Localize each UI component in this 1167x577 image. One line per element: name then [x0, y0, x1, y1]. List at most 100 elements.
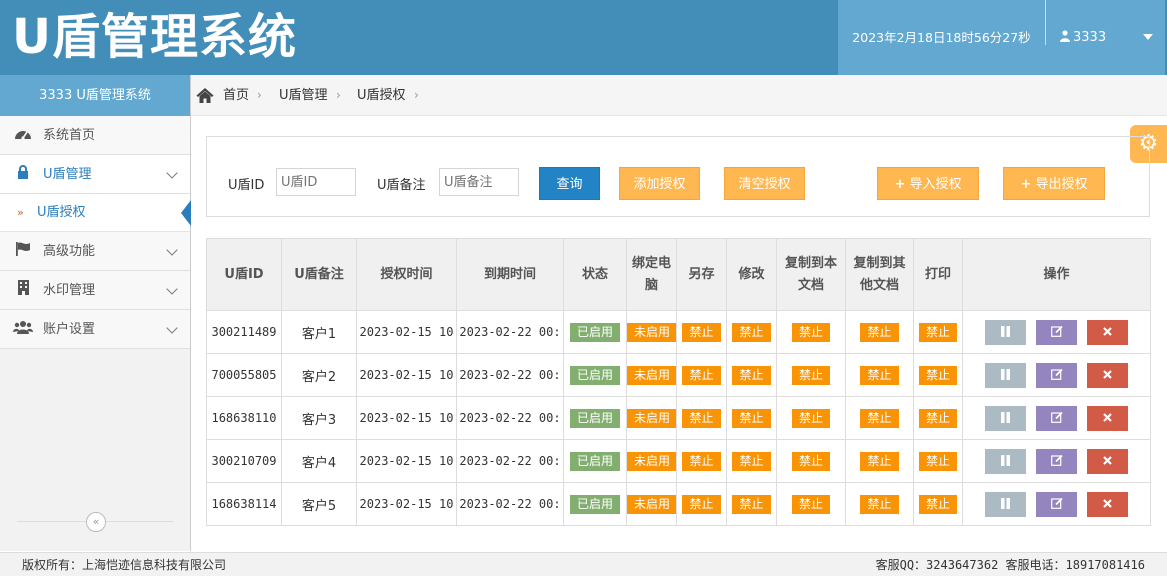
- export-authorization-button[interactable]: + 导出授权: [1003, 167, 1105, 200]
- print-badge[interactable]: 禁止: [918, 365, 957, 385]
- bind-pc-badge[interactable]: 未启用: [627, 322, 676, 342]
- breadcrumb-home[interactable]: 首页: [223, 75, 249, 116]
- copy-this-badge[interactable]: 禁止: [791, 365, 830, 385]
- modify-badge[interactable]: 禁止: [732, 322, 771, 342]
- sidebar-item-account-settings[interactable]: 账户设置: [0, 310, 190, 349]
- pause-icon: [1001, 497, 1010, 509]
- copy-other-badge[interactable]: 禁止: [860, 494, 899, 514]
- edit-button[interactable]: [1036, 448, 1077, 474]
- cell-modify: 禁止: [726, 353, 777, 397]
- double-chevron-left-icon[interactable]: «: [86, 512, 106, 532]
- cell-copy-this: 禁止: [776, 353, 846, 397]
- modify-badge[interactable]: 禁止: [732, 365, 771, 385]
- modify-badge[interactable]: 禁止: [732, 408, 771, 428]
- copy-other-badge[interactable]: 禁止: [860, 451, 899, 471]
- home-icon[interactable]: [196, 74, 214, 115]
- edit-icon: [1050, 497, 1063, 509]
- pause-button[interactable]: [985, 319, 1026, 345]
- col-header-auth-time: 授权时间: [356, 238, 457, 311]
- cell-copy-other: 禁止: [845, 482, 914, 526]
- sidebar-item-udun-management[interactable]: U盾管理: [0, 155, 190, 194]
- edit-button[interactable]: [1036, 362, 1077, 388]
- udun-note-input[interactable]: [439, 168, 519, 196]
- breadcrumb: 首页 › U盾管理 › U盾授权 ›: [191, 75, 1167, 116]
- sidebar-item-advanced[interactable]: 高级功能: [0, 232, 190, 271]
- cell-bind-pc: 未启用: [626, 482, 677, 526]
- sidebar-item-dashboard[interactable]: 系统首页: [0, 116, 190, 155]
- copy-other-badge[interactable]: 禁止: [860, 322, 899, 342]
- save-as-badge[interactable]: 禁止: [682, 494, 721, 514]
- import-authorization-button[interactable]: + 导入授权: [877, 167, 979, 200]
- pause-button[interactable]: [985, 491, 1026, 517]
- copy-this-badge[interactable]: 禁止: [791, 408, 830, 428]
- cell-bind-pc: 未启用: [626, 310, 677, 354]
- bind-pc-badge[interactable]: 未启用: [627, 494, 676, 514]
- col-header-note: U盾备注: [281, 238, 357, 311]
- col-header-modify: 修改: [726, 238, 777, 311]
- save-as-badge[interactable]: 禁止: [682, 322, 721, 342]
- bind-pc-badge[interactable]: 未启用: [627, 408, 676, 428]
- breadcrumb-separator: ›: [414, 88, 419, 102]
- status-badge[interactable]: 已启用: [569, 322, 620, 342]
- save-as-badge[interactable]: 禁止: [682, 408, 721, 428]
- query-button[interactable]: 查询: [539, 167, 600, 200]
- status-badge[interactable]: 已启用: [569, 365, 620, 385]
- pause-button[interactable]: [985, 362, 1026, 388]
- print-badge[interactable]: 禁止: [918, 451, 957, 471]
- pause-icon: [1001, 325, 1010, 337]
- cell-save-as: 禁止: [676, 439, 727, 483]
- cell-expire-time: 2023-02-22 00:: [456, 482, 564, 526]
- status-badge[interactable]: 已启用: [569, 494, 620, 514]
- user-menu[interactable]: 3333: [1046, 0, 1165, 75]
- status-badge[interactable]: 已启用: [569, 451, 620, 471]
- cell-status: 已启用: [563, 439, 627, 483]
- chevron-down-icon: [166, 167, 178, 179]
- cell-save-as: 禁止: [676, 310, 727, 354]
- app-logo: U盾管理系统: [12, 9, 297, 65]
- import-label: 导入授权: [909, 177, 962, 192]
- delete-button[interactable]: [1087, 362, 1128, 388]
- delete-button[interactable]: [1087, 491, 1128, 517]
- sidebar-item-udun-authorization[interactable]: » U盾授权: [0, 194, 191, 232]
- cell-modify: 禁止: [726, 396, 777, 440]
- bind-pc-badge[interactable]: 未启用: [627, 451, 676, 471]
- pause-button[interactable]: [985, 448, 1026, 474]
- active-indicator: [181, 200, 191, 226]
- cell-modify: 禁止: [726, 310, 777, 354]
- dashboard-icon: [12, 116, 34, 155]
- edit-button[interactable]: [1036, 319, 1077, 345]
- modify-badge[interactable]: 禁止: [732, 451, 771, 471]
- save-as-badge[interactable]: 禁止: [682, 451, 721, 471]
- print-badge[interactable]: 禁止: [918, 322, 957, 342]
- copy-this-badge[interactable]: 禁止: [791, 451, 830, 471]
- breadcrumb-udun-management[interactable]: U盾管理: [279, 75, 328, 116]
- copy-this-badge[interactable]: 禁止: [791, 494, 830, 514]
- cell-copy-this: 禁止: [776, 439, 846, 483]
- print-badge[interactable]: 禁止: [918, 494, 957, 514]
- cell-save-as: 禁止: [676, 353, 727, 397]
- delete-button[interactable]: [1087, 448, 1128, 474]
- edit-button[interactable]: [1036, 405, 1077, 431]
- copy-this-badge[interactable]: 禁止: [791, 322, 830, 342]
- pause-button[interactable]: [985, 405, 1026, 431]
- delete-button[interactable]: [1087, 405, 1128, 431]
- copy-other-badge[interactable]: 禁止: [860, 408, 899, 428]
- edit-button[interactable]: [1036, 491, 1077, 517]
- udun-id-input[interactable]: [276, 168, 356, 196]
- copy-other-badge[interactable]: 禁止: [860, 365, 899, 385]
- bind-pc-badge[interactable]: 未启用: [627, 365, 676, 385]
- status-badge[interactable]: 已启用: [569, 408, 620, 428]
- save-as-badge[interactable]: 禁止: [682, 365, 721, 385]
- cell-copy-other: 禁止: [845, 353, 914, 397]
- col-header-id: U盾ID: [206, 238, 282, 311]
- col-header-copy-other: 复制到其他文档: [845, 238, 914, 311]
- clear-authorization-button[interactable]: 清空授权: [724, 167, 805, 200]
- print-badge[interactable]: 禁止: [918, 408, 957, 428]
- add-authorization-button[interactable]: 添加授权: [619, 167, 700, 200]
- modify-badge[interactable]: 禁止: [732, 494, 771, 514]
- authorization-table: U盾ID U盾备注 授权时间 到期时间 状态 绑定电脑 另存 修改 复制到本文档…: [206, 238, 1151, 526]
- sidebar-title: 3333 U盾管理系统: [0, 75, 190, 116]
- col-header-save-as: 另存: [676, 238, 727, 311]
- delete-button[interactable]: [1087, 319, 1128, 345]
- sidebar-item-watermark[interactable]: 水印管理: [0, 271, 190, 310]
